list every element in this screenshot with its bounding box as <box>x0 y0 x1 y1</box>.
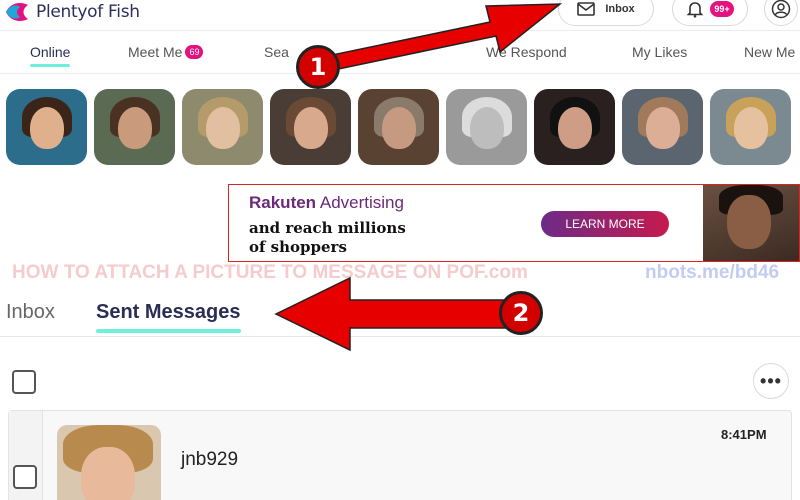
ad-brand: Rakuten Advertising <box>249 193 404 213</box>
watermark-url: nbots.me/bd46 <box>645 262 780 283</box>
row-checkbox[interactable] <box>13 465 37 489</box>
conversation-row[interactable]: jnb929 8:41PM <box>8 410 792 500</box>
user-icon <box>771 0 791 19</box>
step-1-marker: 1 <box>296 45 340 89</box>
nav-new-me-label: New Me <box>744 44 796 60</box>
pof-logo[interactable]: Plentyof Fish <box>4 0 140 24</box>
ad-learn-more-button[interactable]: LEARN MORE <box>541 211 669 237</box>
nav-we-respond-label: We Respond <box>486 44 567 60</box>
ad-image <box>703 185 799 261</box>
tab-sent-messages[interactable]: Sent Messages <box>96 301 241 333</box>
ad-copy-line1: and reach millions <box>249 219 406 237</box>
nav-my-likes[interactable]: My Likes <box>632 44 687 60</box>
watermark-title: HOW TO ATTACH A PICTURE TO MESSAGE ON PO… <box>12 262 528 283</box>
logo-text: Plentyof Fish <box>36 2 140 22</box>
user-photo[interactable] <box>446 89 527 165</box>
user-photo[interactable] <box>6 89 87 165</box>
tabs-divider <box>0 336 800 337</box>
conversation-time: 8:41PM <box>721 427 767 442</box>
meet-me-badge: 69 <box>185 45 204 59</box>
notification-badge: 99+ <box>710 1 734 17</box>
user-photo[interactable] <box>94 89 175 165</box>
user-photo[interactable] <box>270 89 351 165</box>
profile-button[interactable] <box>764 0 798 26</box>
conversation-username[interactable]: jnb929 <box>181 449 238 471</box>
ad-brand-rest: Advertising <box>316 193 404 212</box>
avatar[interactable] <box>57 425 161 500</box>
nav-meet-me-label: Meet Me <box>128 44 183 60</box>
nav-online-label: Online <box>30 44 71 60</box>
header-inbox-button[interactable]: Inbox <box>558 0 654 26</box>
user-photo[interactable] <box>358 89 439 165</box>
envelope-icon <box>577 2 596 16</box>
arrow-to-sent-messages <box>274 276 511 352</box>
more-options-button[interactable]: ••• <box>753 363 789 399</box>
nav-new-me[interactable]: New Me <box>744 44 795 60</box>
bell-icon <box>686 2 704 18</box>
advertisement-banner[interactable]: Rakuten Advertising and reach millions o… <box>228 184 800 262</box>
nav-my-likes-label: My Likes <box>632 44 688 60</box>
nav-search-label: Sea <box>264 44 289 60</box>
ad-copy: and reach millions of shoppers <box>249 219 406 257</box>
step-2-marker: 2 <box>499 291 543 335</box>
nav-search[interactable]: Sea <box>264 44 289 60</box>
inbox-button-label: Inbox <box>605 3 635 15</box>
row-select-column <box>9 411 43 500</box>
nav-online[interactable]: Online <box>30 44 71 67</box>
tab-inbox[interactable]: Inbox <box>6 301 55 324</box>
user-photo[interactable] <box>622 89 703 165</box>
online-users-strip <box>6 89 791 165</box>
main-nav: Online Meet Me 69 Sea We Respond My Likes… <box>0 30 800 74</box>
ad-copy-line2: of shoppers <box>249 238 347 256</box>
select-all-checkbox[interactable] <box>12 370 36 394</box>
user-photo[interactable] <box>534 89 615 165</box>
notifications-button[interactable]: 99+ <box>672 0 748 26</box>
fish-logo-icon <box>6 3 28 21</box>
nav-we-respond[interactable]: We Respond <box>486 44 567 60</box>
nav-meet-me[interactable]: Meet Me 69 <box>128 44 204 60</box>
user-photo[interactable] <box>710 89 791 165</box>
user-photo[interactable] <box>182 89 263 165</box>
ad-brand-bold: Rakuten <box>249 193 317 212</box>
